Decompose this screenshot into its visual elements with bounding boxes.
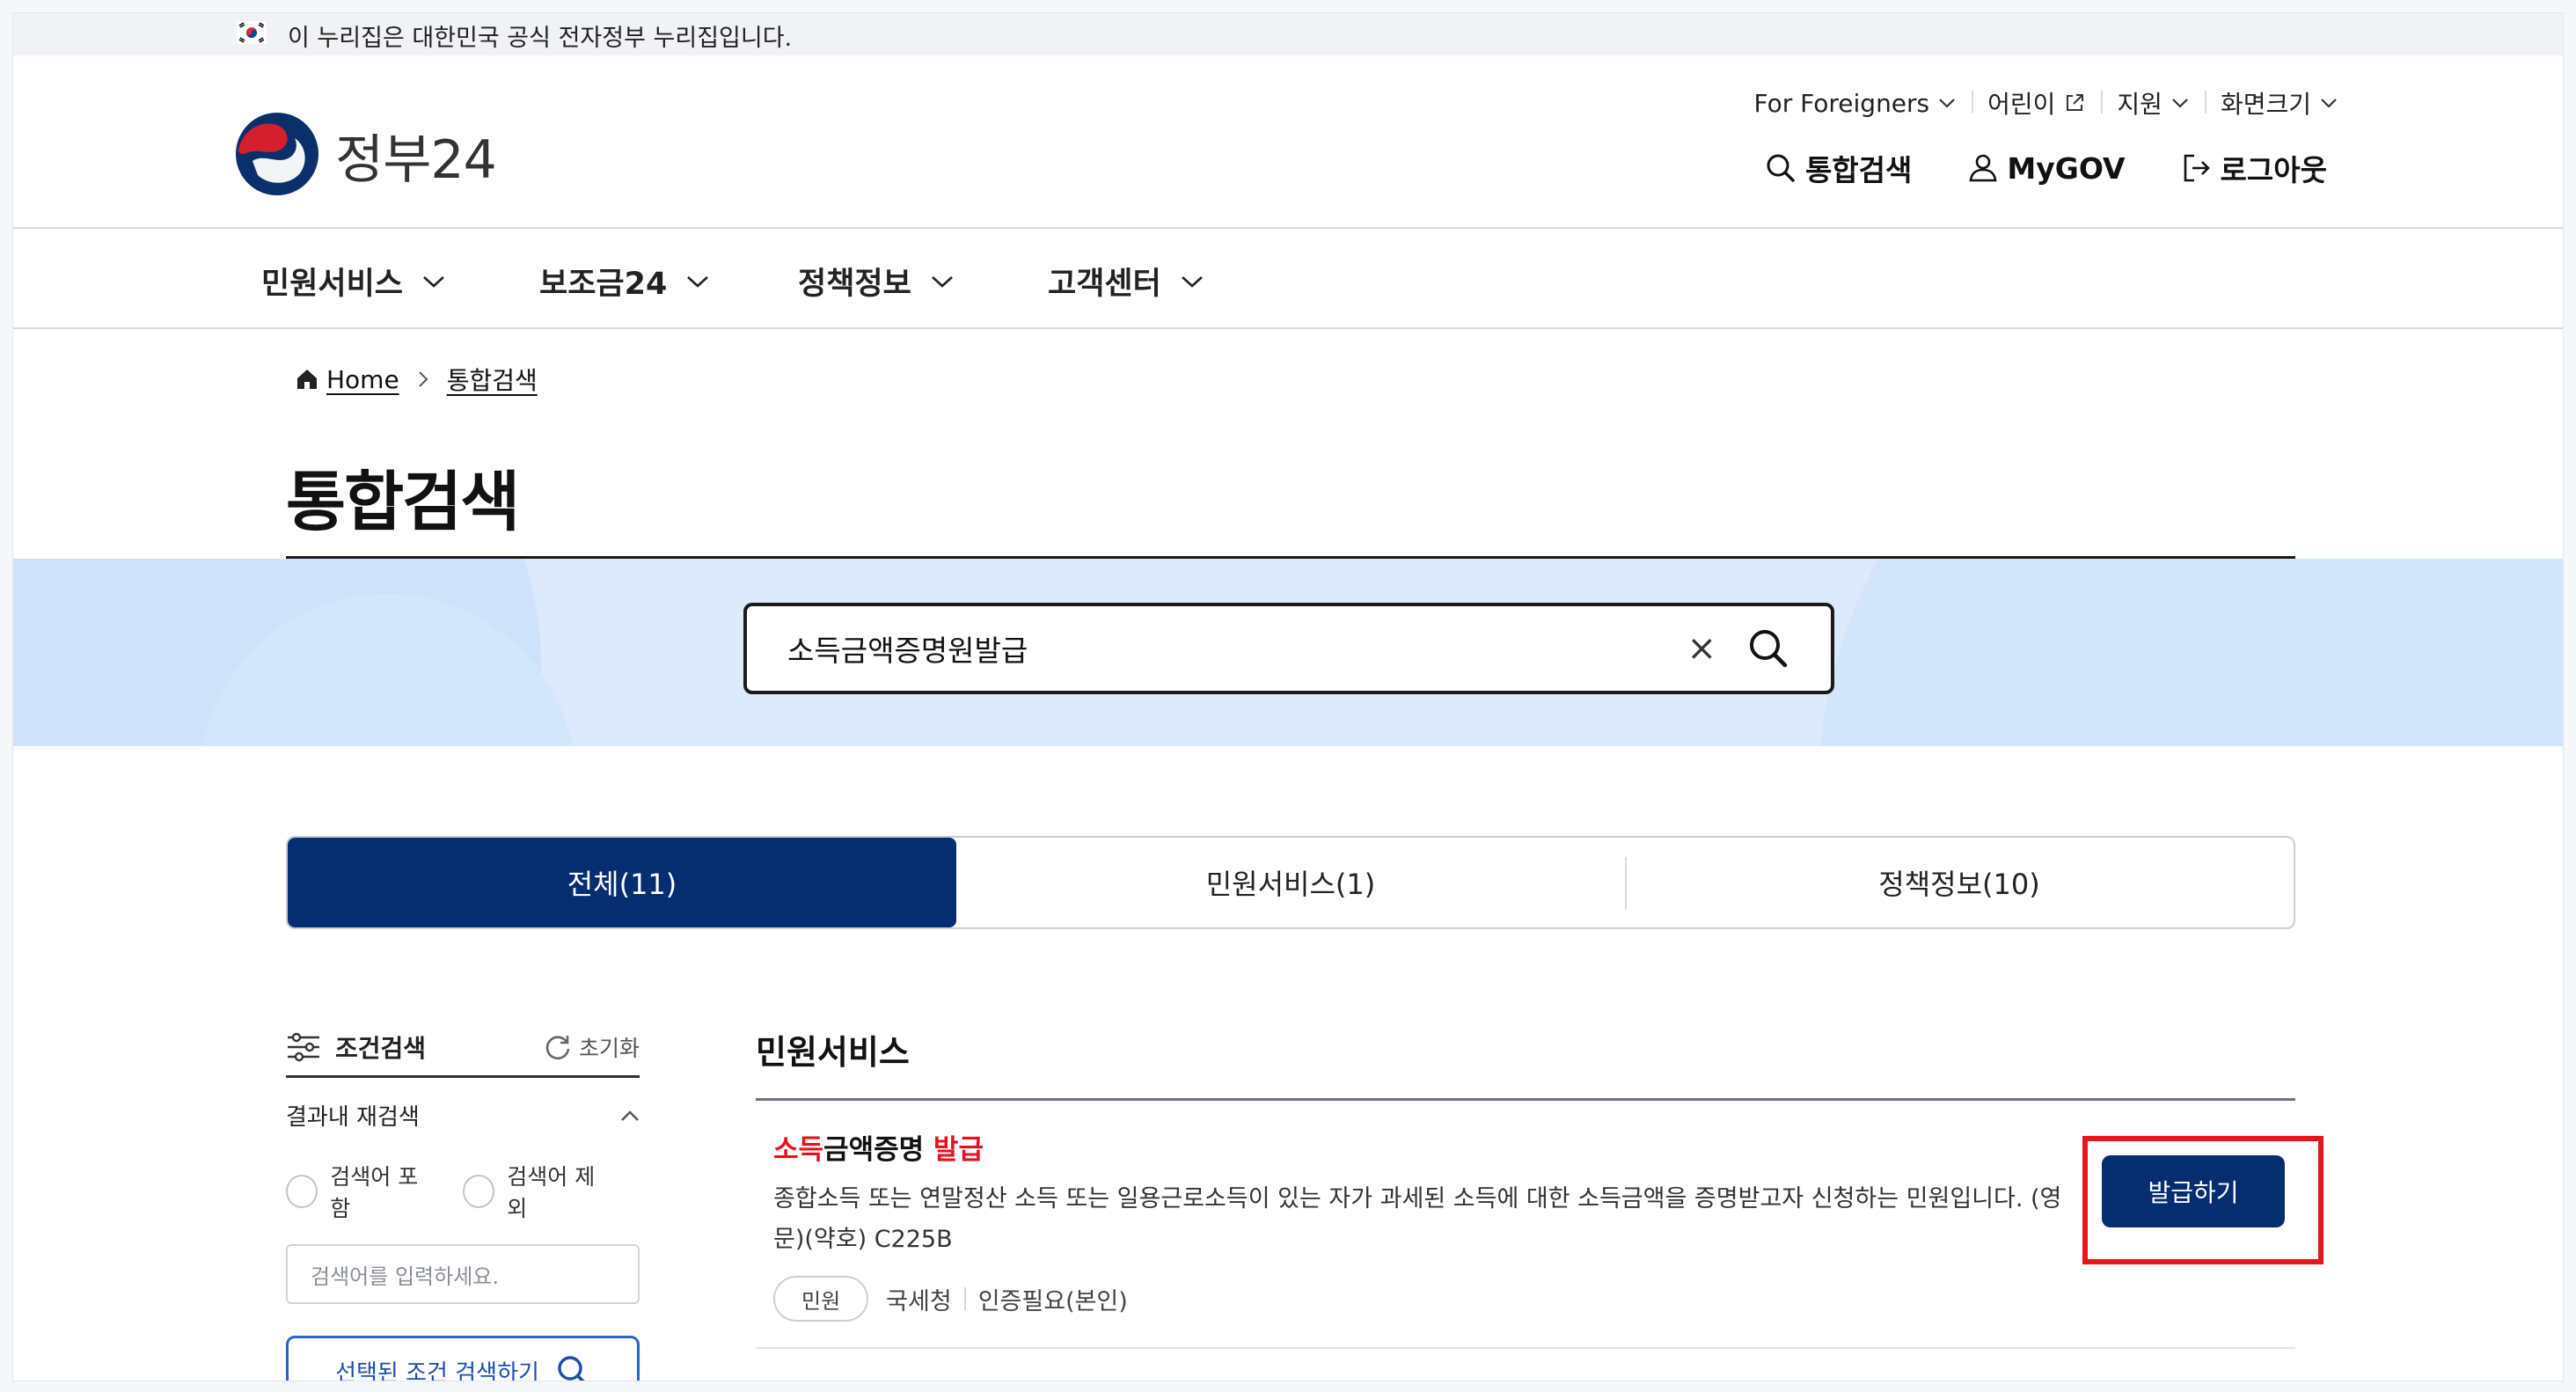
util-label: For Foreigners <box>1753 88 1930 118</box>
header-search-link[interactable]: 통합검색 <box>1763 147 1912 189</box>
clear-icon[interactable]: × <box>1687 628 1716 669</box>
result-tabs: 전체(11) 민원서비스(1) 정책정보(10) <box>286 836 2295 929</box>
chevron-down-icon <box>1181 275 1203 288</box>
result-description: 종합소득 또는 연말정산 소득 또는 일용근로소득이 있는 자가 과세된 소득에… <box>773 1185 2062 1253</box>
chevron-up-icon <box>621 1110 639 1121</box>
global-nav: 민원서비스 보조금24 정책정보 고객센터 <box>13 229 2563 329</box>
refine-radio-group: 검색어 포함 검색어 제외 <box>286 1160 640 1223</box>
browser-page: 이 누리집은 대한민국 공식 전자정부 누리집입니다. 정부24 For For… <box>12 12 2564 1381</box>
page-title: 통합검색 <box>286 465 520 540</box>
filter-reset-label: 초기화 <box>578 1035 640 1061</box>
results-section: 민원서비스 소득금액증명 발급 종합소득 또는 연말정산 소득 또는 일용근로소… <box>756 1025 2324 1349</box>
header-mygov-link[interactable]: MyGOV <box>1966 150 2126 186</box>
site-header: 정부24 For Foreigners 어린이 지원 화면크기 통합검색 MyG… <box>13 55 2563 229</box>
search-input[interactable]: 소득금액증명원발급 × <box>743 603 1834 694</box>
issue-button[interactable]: 발급하기 <box>2102 1155 2285 1227</box>
meta-divider <box>963 1287 966 1310</box>
gnb-item-customer-center[interactable]: 고객센터 <box>1048 259 1204 304</box>
external-link-icon <box>2067 94 2084 111</box>
results-section-title: 민원서비스 <box>756 1025 2295 1101</box>
gov24-logo-icon[interactable] <box>233 110 321 198</box>
gnb-item-subsidy[interactable]: 보조금24 <box>539 259 709 304</box>
home-icon <box>297 370 317 389</box>
filter-title-label: 조건검색 <box>335 1033 427 1063</box>
sliders-icon <box>288 1032 319 1061</box>
search-icon <box>1750 630 1788 668</box>
category-badge: 민원 <box>773 1276 869 1322</box>
apply-filter-button[interactable]: 선택된 조건 검색하기 <box>286 1336 640 1381</box>
refresh-icon <box>545 1035 570 1059</box>
user-icon <box>1969 154 1997 182</box>
filter-title: 조건검색 <box>286 1029 426 1065</box>
breadcrumb: Home 통합검색 <box>295 362 538 397</box>
result-title-highlight: 발급 <box>933 1134 984 1166</box>
util-for-foreigners[interactable]: For Foreigners <box>1738 89 1972 118</box>
refine-search-label: 결과내 재검색 <box>286 1104 420 1131</box>
util-screen-size[interactable]: 화면크기 <box>2204 85 2338 121</box>
util-label: 어린이 <box>1987 90 2056 119</box>
refine-keyword-input[interactable]: 검색어를 입력하세요. <box>286 1244 640 1304</box>
gnb-label: 고객센터 <box>1048 267 1161 302</box>
header-logout-link[interactable]: 로그아웃 <box>2180 147 2327 189</box>
chevron-down-icon <box>2321 99 2337 108</box>
gnb-label: 보조금24 <box>539 267 668 302</box>
radio-circle[interactable] <box>463 1175 495 1208</box>
util-label: 화면크기 <box>2220 90 2311 119</box>
tab-policy[interactable]: 정책정보(10) <box>1625 838 2294 927</box>
radio-label: 검색어 포함 <box>330 1164 419 1221</box>
refine-keyword-placeholder: 검색어를 입력하세요. <box>311 1264 499 1289</box>
result-item: 소득금액증명 발급 종합소득 또는 연말정산 소득 또는 일용근로소득이 있는 … <box>756 1101 2324 1349</box>
korea-flag-icon <box>237 21 267 44</box>
result-meta: 민원 국세청 인증필요(본인) <box>773 1276 2295 1322</box>
radio-circle[interactable] <box>286 1175 318 1208</box>
search-submit-button[interactable] <box>1746 626 1790 670</box>
header-logout-label: 로그아웃 <box>2220 153 2327 187</box>
breadcrumb-home[interactable]: Home <box>326 365 399 394</box>
agency-name: 국세청 <box>886 1287 952 1315</box>
result-title[interactable]: 소득금액증명 발급 <box>773 1127 2295 1167</box>
gnb-item-civil-service[interactable]: 민원서비스 <box>261 259 445 304</box>
apply-filter-label: 선택된 조건 검색하기 <box>335 1359 539 1381</box>
chevron-right-icon <box>418 371 428 387</box>
site-logo-text[interactable]: 정부24 <box>335 117 497 194</box>
tab-all[interactable]: 전체(11) <box>288 838 956 927</box>
chevron-down-icon <box>687 275 709 288</box>
refine-search-section[interactable]: 결과내 재검색 <box>286 1099 640 1132</box>
util-support[interactable]: 지원 <box>2101 85 2205 121</box>
chevron-down-icon <box>423 275 444 288</box>
radio-label: 검색어 제외 <box>507 1164 596 1221</box>
gnb-item-policy[interactable]: 정책정보 <box>798 259 954 304</box>
filter-panel: 조건검색 초기화 결과내 재검색 검색어 포함 검색어 제외 검색어를 입력하세… <box>286 1025 640 1381</box>
auth-requirement: 인증필요(본인) <box>977 1287 1128 1315</box>
util-kids[interactable]: 어린이 <box>1972 85 2101 121</box>
result-title-text: 금액증명 <box>823 1134 933 1166</box>
filter-header: 조건검색 초기화 <box>286 1025 640 1078</box>
header-search-label: 통합검색 <box>1804 153 1913 187</box>
radio-exclude-keyword[interactable]: 검색어 제외 <box>463 1160 610 1223</box>
result-title-highlight: 소득 <box>773 1134 824 1166</box>
breadcrumb-current[interactable]: 통합검색 <box>447 362 538 397</box>
radio-include-keyword[interactable]: 검색어 포함 <box>286 1160 433 1223</box>
search-input-value[interactable]: 소득금액증명원발급 <box>787 627 1687 670</box>
chevron-down-icon <box>931 275 953 288</box>
util-label: 지원 <box>2117 90 2163 119</box>
main-utility-nav: 통합검색 MyGOV 로그아웃 <box>1709 147 2327 189</box>
utility-nav: For Foreigners 어린이 지원 화면크기 <box>1738 85 2338 121</box>
background-decoration <box>1817 559 2563 746</box>
header-mygov-label: MyGOV <box>2007 150 2126 186</box>
search-icon <box>1767 154 1795 182</box>
gov-banner-text: 이 누리집은 대한민국 공식 전자정부 누리집입니다. <box>288 25 793 52</box>
gov-banner: 이 누리집은 대한민국 공식 전자정부 누리집입니다. <box>13 13 2563 55</box>
logout-icon <box>2184 154 2210 182</box>
chevron-down-icon <box>2172 99 2188 108</box>
filter-reset-button[interactable]: 초기화 <box>544 1031 640 1063</box>
gnb-label: 정책정보 <box>798 267 911 302</box>
gnb-label: 민원서비스 <box>261 267 404 302</box>
chevron-down-icon <box>1939 99 1955 108</box>
search-icon <box>558 1356 585 1381</box>
tab-civil-service[interactable]: 민원서비스(1) <box>956 838 1625 927</box>
